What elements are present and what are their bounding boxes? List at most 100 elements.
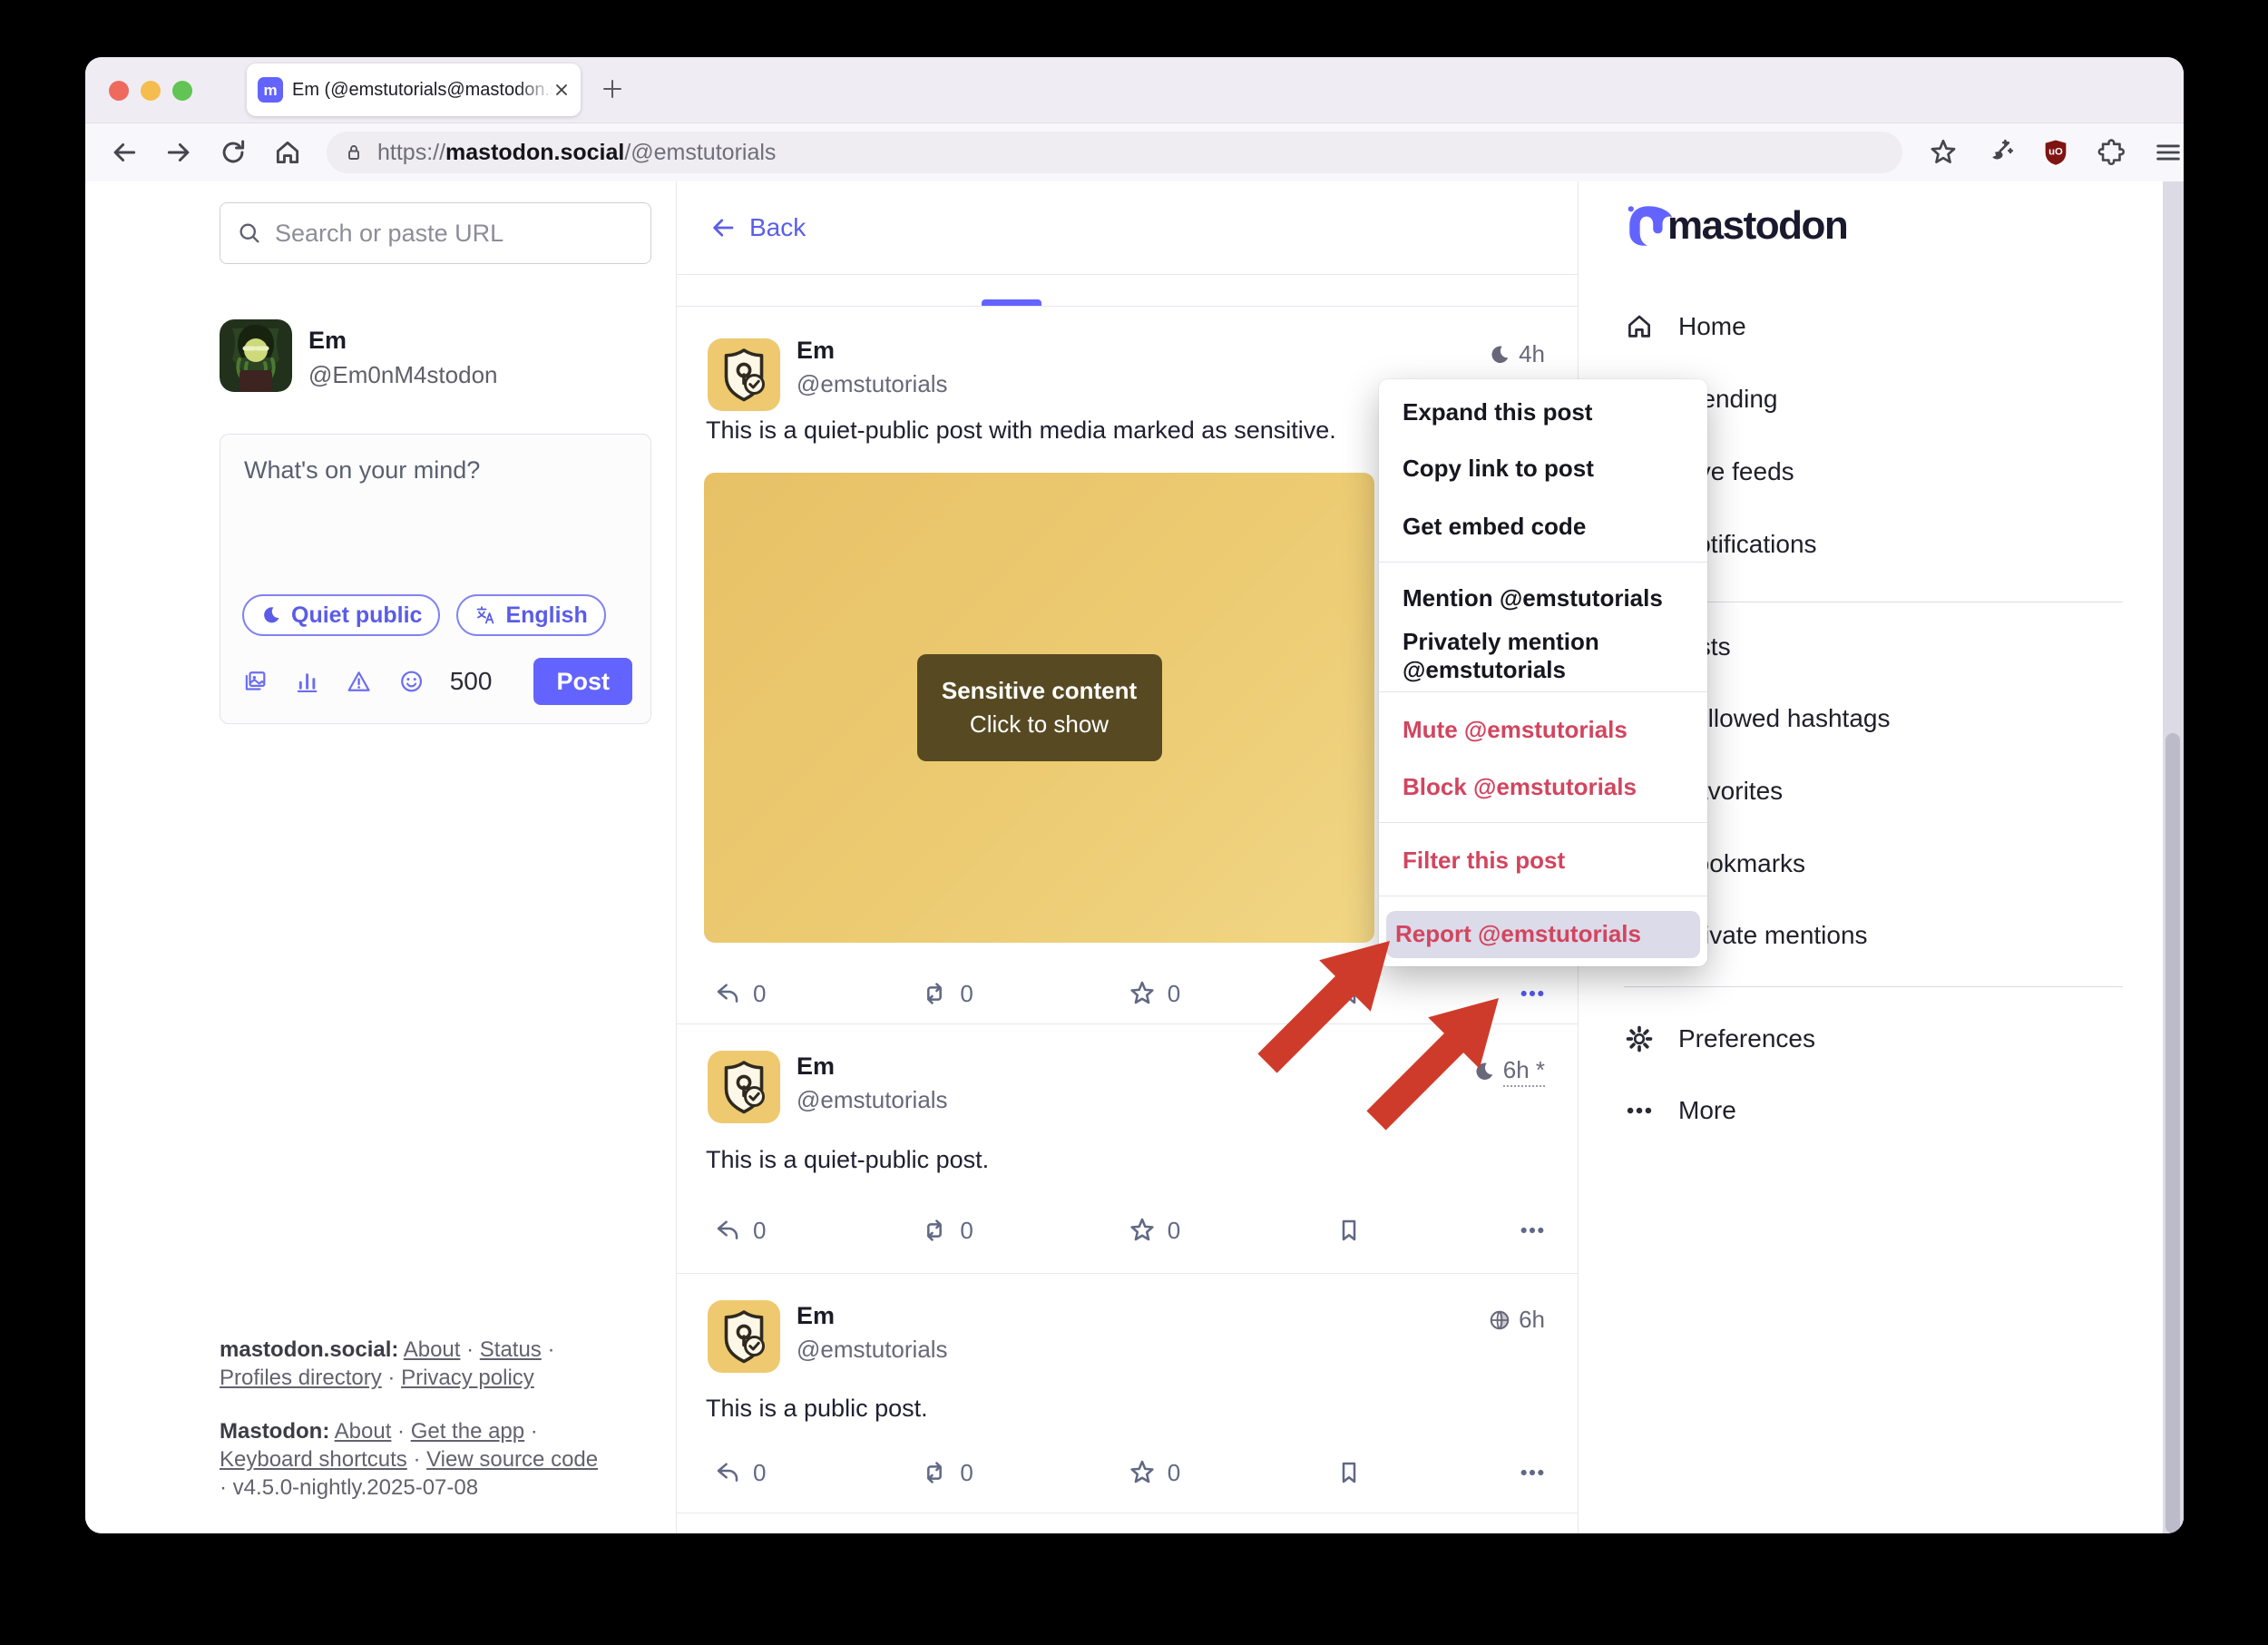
favorite-button[interactable]: 0 <box>1128 1458 1180 1487</box>
bookmark-button[interactable] <box>1334 1216 1364 1245</box>
menu-item-expand-post[interactable]: Expand this post <box>1379 393 1707 431</box>
back-button[interactable]: Back <box>677 181 1578 275</box>
more-options-button[interactable] <box>1518 979 1547 1008</box>
home-icon[interactable] <box>272 137 303 168</box>
reply-icon <box>713 1216 742 1245</box>
post-timestamp[interactable]: 6h <box>1488 1306 1545 1334</box>
window-close-button[interactable] <box>109 81 129 101</box>
sensitive-content-overlay[interactable]: Sensitive content Click to show <box>917 654 1162 761</box>
language-button[interactable]: English <box>456 594 605 636</box>
boost-icon <box>920 979 949 1008</box>
home-icon <box>1624 311 1655 342</box>
mastodon-page: Search or paste URL Em @Em0nM4stodon Wha… <box>85 181 2184 1533</box>
bookmark-star-icon[interactable] <box>1928 137 1959 168</box>
profile-tabs-clipped[interactable] <box>677 275 1578 307</box>
post-author-name[interactable]: Em <box>797 1302 835 1330</box>
footer-link-profiles-directory[interactable]: Profiles directory <box>220 1366 382 1390</box>
reply-button[interactable]: 0 <box>713 1458 766 1487</box>
footer-version: v4.5.0-nightly.2025-07-08 <box>233 1475 478 1500</box>
ublock-extension-icon[interactable]: uO <box>2040 137 2071 168</box>
new-tab-button[interactable] <box>599 75 626 103</box>
profile-display-name[interactable]: Em <box>308 327 347 355</box>
address-bar[interactable]: https://mastodon.social/@emstutorials <box>327 132 1902 173</box>
forward-icon[interactable] <box>163 137 194 168</box>
footer-link-get-app[interactable]: Get the app <box>411 1419 524 1444</box>
content-warning-icon[interactable] <box>346 667 372 696</box>
broom-extension-icon[interactable] <box>1984 137 2015 168</box>
reply-button[interactable]: 0 <box>713 1216 766 1245</box>
scrollbar-thumb[interactable] <box>2165 733 2180 1533</box>
sidebar-item-more[interactable]: More <box>1624 1085 1736 1136</box>
menu-item-get-embed-code[interactable]: Get embed code <box>1379 507 1707 545</box>
more-options-button[interactable] <box>1518 1216 1547 1245</box>
menu-hamburger-icon[interactable] <box>2153 137 2184 168</box>
post-action-bar: 0 0 0 <box>713 1458 1547 1487</box>
boost-button[interactable]: 0 <box>920 1458 973 1487</box>
visibility-button[interactable]: Quiet public <box>242 594 440 636</box>
favorite-button[interactable]: 0 <box>1128 1216 1180 1245</box>
compose-box[interactable]: What's on your mind? Quiet public <box>220 434 651 724</box>
boost-button[interactable]: 0 <box>920 979 973 1008</box>
footer-link-privacy-policy[interactable]: Privacy policy <box>401 1366 534 1390</box>
reply-icon <box>713 979 742 1008</box>
tab-title: Em (@emstutorials@mastodon.s <box>292 80 553 101</box>
more-options-button[interactable] <box>1518 1458 1547 1487</box>
page-scrollbar[interactable] <box>2163 181 2184 1533</box>
bookmark-button[interactable] <box>1334 1458 1364 1487</box>
attach-media-icon[interactable] <box>242 667 269 696</box>
browser-tabstrip: m Em (@emstutorials@mastodon.s <box>85 57 2184 123</box>
boost-button[interactable]: 0 <box>920 1216 973 1245</box>
favorite-button[interactable]: 0 <box>1128 979 1180 1008</box>
url-path: /@emstutorials <box>624 140 776 166</box>
post-button[interactable]: Post <box>533 658 632 705</box>
annotation-arrow-more-button <box>1354 980 1517 1143</box>
sidebar-item-home[interactable]: Home <box>1624 301 1746 352</box>
search-input[interactable]: Search or paste URL <box>220 202 651 264</box>
menu-item-privately-mention[interactable]: Privately mention @emstutorials <box>1379 637 1707 675</box>
post-avatar[interactable] <box>708 1051 780 1123</box>
footer-link-about-site[interactable]: About <box>404 1337 461 1362</box>
browser-tab[interactable]: m Em (@emstutorials@mastodon.s <box>247 64 581 116</box>
extensions-puzzle-icon[interactable] <box>2097 137 2127 168</box>
post-author-name[interactable]: Em <box>797 1053 835 1081</box>
screenshot-root: m Em (@emstutorials@mastodon.s <box>0 0 2268 1645</box>
post-author-handle: @emstutorials <box>797 370 948 398</box>
post-avatar[interactable] <box>708 338 780 411</box>
footer-link-keyboard-shortcuts[interactable]: Keyboard shortcuts <box>220 1447 407 1472</box>
menu-item-mention[interactable]: Mention @emstutorials <box>1379 579 1707 617</box>
footer-site-label: mastodon.social: <box>220 1337 398 1362</box>
post-timestamp[interactable]: 4h <box>1488 340 1545 368</box>
post-author-name[interactable]: Em <box>797 337 835 365</box>
post-avatar[interactable] <box>708 1300 780 1373</box>
poll-icon[interactable] <box>294 667 320 696</box>
url-scheme: https:// <box>377 140 445 166</box>
window-zoom-button[interactable] <box>172 81 192 101</box>
tab-close-icon[interactable] <box>553 82 570 98</box>
post-text: This is a quiet-public post. <box>706 1146 989 1174</box>
star-icon <box>1128 979 1157 1008</box>
mastodon-wordmark: mastodon <box>1667 203 1847 249</box>
footer-link-about-mastodon[interactable]: About <box>335 1419 392 1444</box>
post-author-handle: @emstutorials <box>797 1086 948 1114</box>
menu-item-copy-link[interactable]: Copy link to post <box>1379 449 1707 487</box>
url-host: mastodon.social <box>445 140 624 166</box>
menu-item-report[interactable]: Report @emstutorials <box>1379 915 1707 953</box>
window-minimize-button[interactable] <box>141 81 161 101</box>
footer-link-status[interactable]: Status <box>480 1337 542 1362</box>
footer-link-view-source[interactable]: View source code <box>426 1447 598 1472</box>
reply-button[interactable]: 0 <box>713 979 766 1008</box>
post-author-handle: @emstutorials <box>797 1336 948 1364</box>
mastodon-favicon: m <box>258 77 283 103</box>
menu-item-mute[interactable]: Mute @emstutorials <box>1379 710 1707 749</box>
reload-icon[interactable] <box>218 137 249 168</box>
quiet-public-moon-icon <box>260 604 282 626</box>
mastodon-logo[interactable]: mastodon <box>1624 201 1847 250</box>
avatar[interactable] <box>220 319 292 392</box>
menu-item-block[interactable]: Block @emstutorials <box>1379 768 1707 806</box>
back-icon[interactable] <box>109 137 140 168</box>
menu-item-filter-post[interactable]: Filter this post <box>1379 841 1707 879</box>
sidebar-item-preferences[interactable]: Preferences <box>1624 1013 1815 1064</box>
menu-divider <box>1379 691 1707 692</box>
emoji-icon[interactable] <box>398 667 425 696</box>
sensitive-media[interactable]: Sensitive content Click to show <box>704 473 1374 943</box>
